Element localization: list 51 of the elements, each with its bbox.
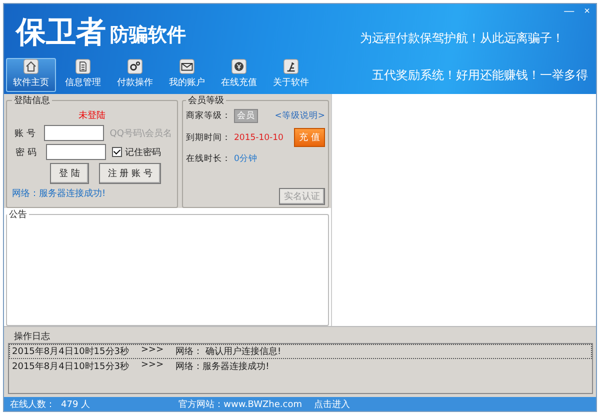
- account-hint: QQ号码\会员名: [110, 128, 172, 140]
- slogan-text: 五代奖励系统！好用还能赚钱！一举多得: [372, 66, 588, 84]
- password-field[interactable]: [46, 144, 106, 160]
- recharge-button[interactable]: 充 值: [294, 128, 325, 147]
- account-field[interactable]: [44, 125, 104, 141]
- expiry-label: 到期时间：: [186, 132, 231, 144]
- nav-tab[interactable]: 软件主页: [6, 58, 56, 92]
- login-status: 未登陆: [78, 110, 106, 122]
- level-badge: 会员: [234, 109, 258, 123]
- level-label: 商家等级：: [186, 110, 231, 122]
- network-status: 网络：服务器连接成功!: [12, 188, 107, 200]
- online-time: 0分钟: [234, 153, 258, 165]
- app-title: 保卫者: [16, 18, 106, 48]
- home-icon: [23, 59, 39, 74]
- coin-icon: [231, 59, 247, 74]
- website-text: 官方网站：www.BWZhe.com: [178, 398, 302, 410]
- close-button[interactable]: ×: [582, 6, 592, 17]
- log-separator: >>>: [140, 360, 165, 372]
- level-link[interactable]: <等级说明>: [274, 110, 325, 122]
- field-label: 账 号: [13, 128, 36, 140]
- nav-tab[interactable]: 付款操作: [110, 58, 160, 92]
- minimize-button[interactable]: —: [562, 6, 576, 17]
- online-count: 479 人: [61, 398, 90, 410]
- log-separator: >>>: [140, 345, 165, 357]
- nav-tab[interactable]: 我的账户: [162, 58, 212, 92]
- field-label: 密 码: [14, 146, 38, 158]
- log-message: 网络：服务器连接成功!: [176, 360, 270, 373]
- slogan-text: 为远程付款保驾护航！从此远离骗子！: [360, 30, 564, 47]
- group-title: 登陆信息: [13, 94, 51, 107]
- nav-tab[interactable]: 关于软件: [266, 58, 316, 92]
- log-title: 操作日志: [14, 330, 51, 343]
- group-title: 公告: [8, 208, 28, 221]
- log-time: 2015年8月4日10时15分3秒: [12, 360, 129, 373]
- online-count-label: 在线人数：: [10, 398, 55, 410]
- register-button[interactable]: 注 册 账 号: [98, 163, 162, 184]
- nav-tab[interactable]: 信息管理: [58, 58, 108, 92]
- online-time-label: 在线时长：: [186, 153, 231, 165]
- app-subtitle: 防骗软件: [110, 23, 186, 48]
- mail-icon: [179, 59, 195, 74]
- login-button[interactable]: 登 陆: [50, 163, 89, 184]
- group-title: 会员等级: [187, 94, 225, 107]
- enter-link[interactable]: 点击进入: [314, 398, 350, 410]
- nav-tab[interactable]: 在线充值: [214, 58, 264, 92]
- checkbox[interactable]: [112, 147, 122, 157]
- expiry-date: 2015-10-10: [234, 132, 284, 142]
- log-message: 网络： 确认用户连接信息!: [176, 346, 282, 358]
- checkbox-label: 记住密码: [125, 146, 161, 158]
- document-icon: [75, 59, 91, 74]
- log-time: 2015年8月4日10时15分3秒: [12, 346, 129, 358]
- log-row[interactable]: 2015年8月4日10时15分3秒 >>> 网络： 确认用户连接信息!: [9, 344, 592, 359]
- log-row[interactable]: 2015年8月4日10时15分3秒 >>> 网络：服务器连接成功!: [9, 359, 592, 374]
